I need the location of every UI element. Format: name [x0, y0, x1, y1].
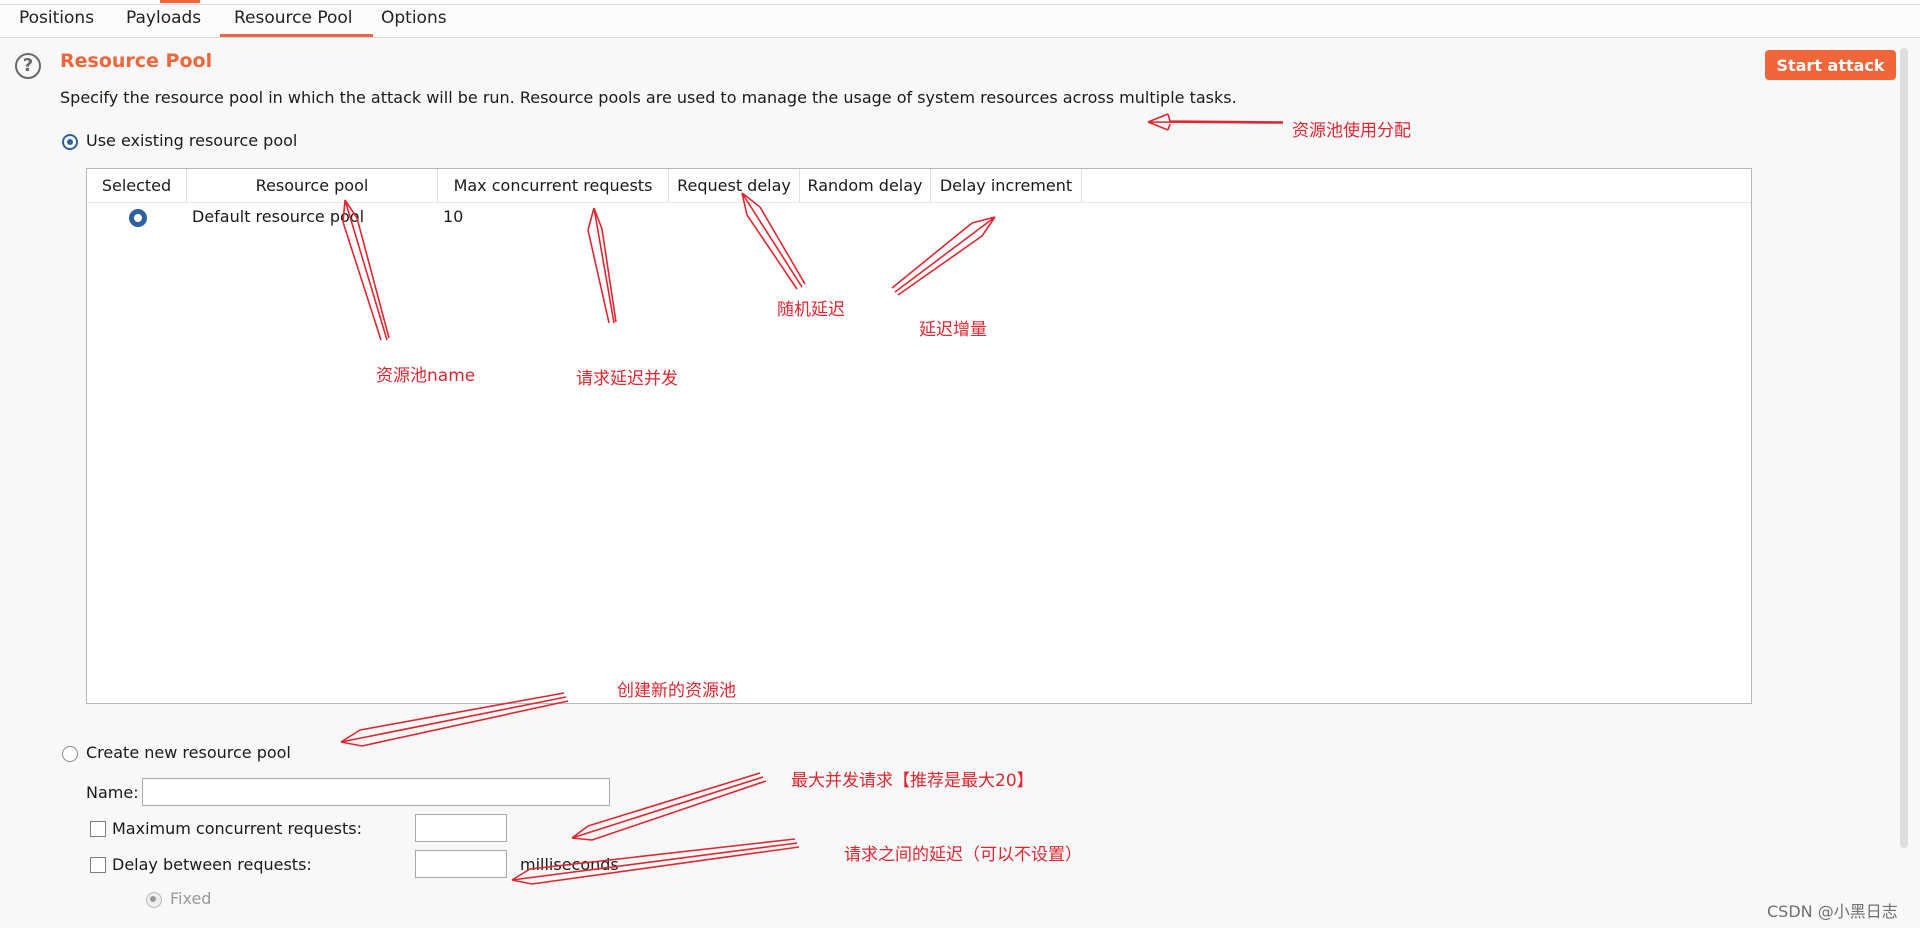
create-new-radio[interactable] — [62, 746, 78, 762]
annotation-random-delay: 随机延迟 — [777, 300, 845, 320]
max-concurrent-checkbox[interactable] — [90, 821, 106, 837]
annotation-max-concurrent: 最大并发请求【推荐是最大20】 — [791, 771, 1034, 791]
use-existing-radio[interactable] — [62, 134, 78, 150]
annotation-create-new-pool: 创建新的资源池 — [617, 681, 736, 701]
section-description: Specify the resource pool in which the a… — [60, 88, 1237, 107]
fixed-label: Fixed — [170, 889, 212, 908]
watermark: CSDN @小黑日志 — [1767, 902, 1898, 921]
tab-resource-pool[interactable]: Resource Pool — [220, 8, 373, 37]
table-header: Selected Resource pool Max concurrent re… — [87, 169, 1751, 203]
tab-options[interactable]: Options — [381, 8, 447, 28]
top-accent-mark — [160, 0, 200, 3]
column-resource-pool[interactable]: Resource pool — [187, 169, 438, 202]
start-attack-button[interactable]: Start attack — [1765, 50, 1896, 80]
max-concurrent-label: Maximum concurrent requests: — [112, 819, 362, 838]
column-request-delay[interactable]: Request delay — [669, 169, 800, 202]
column-random-delay[interactable]: Random delay — [800, 169, 931, 202]
name-input[interactable] — [142, 778, 610, 806]
delay-between-checkbox[interactable] — [90, 857, 106, 873]
arrow-pool-alloc — [1147, 113, 1284, 131]
table-row[interactable]: Default resource pool 10 — [87, 203, 1751, 231]
annotation-pool-name: 资源池name — [376, 366, 476, 386]
milliseconds-label: milliseconds — [520, 855, 619, 874]
cell-resource-pool: Default resource pool — [192, 207, 365, 226]
resource-pool-table: Selected Resource pool Max concurrent re… — [86, 168, 1752, 704]
column-delay-increment[interactable]: Delay increment — [931, 169, 1082, 202]
help-icon[interactable]: ? — [15, 53, 41, 79]
use-existing-label: Use existing resource pool — [86, 131, 298, 150]
max-concurrent-input[interactable] — [415, 814, 507, 842]
top-divider — [0, 4, 1920, 5]
annotation-delay-between: 请求之间的延迟（可以不设置） — [844, 845, 1082, 865]
annotation-delay-increment: 延迟增量 — [919, 320, 987, 340]
tab-positions[interactable]: Positions — [19, 8, 94, 28]
tab-payloads[interactable]: Payloads — [126, 8, 201, 28]
annotation-request-concurrency: 请求延迟并发 — [576, 369, 678, 389]
vertical-scrollbar[interactable] — [1900, 48, 1908, 848]
cell-max-concurrent: 10 — [443, 207, 464, 226]
fixed-radio[interactable] — [146, 892, 162, 908]
annotation-resource-pool-alloc: 资源池使用分配 — [1292, 121, 1411, 141]
delay-between-label: Delay between requests: — [112, 855, 312, 874]
row-selected-radio[interactable] — [129, 209, 147, 227]
section-title: Resource Pool — [60, 50, 213, 72]
column-max-concurrent[interactable]: Max concurrent requests — [438, 169, 669, 202]
create-new-label: Create new resource pool — [86, 743, 291, 762]
column-selected[interactable]: Selected — [87, 169, 187, 202]
tab-bar: Positions Payloads Resource Pool Options — [0, 0, 1920, 38]
name-label: Name: — [86, 783, 139, 802]
delay-between-input[interactable] — [415, 850, 507, 878]
